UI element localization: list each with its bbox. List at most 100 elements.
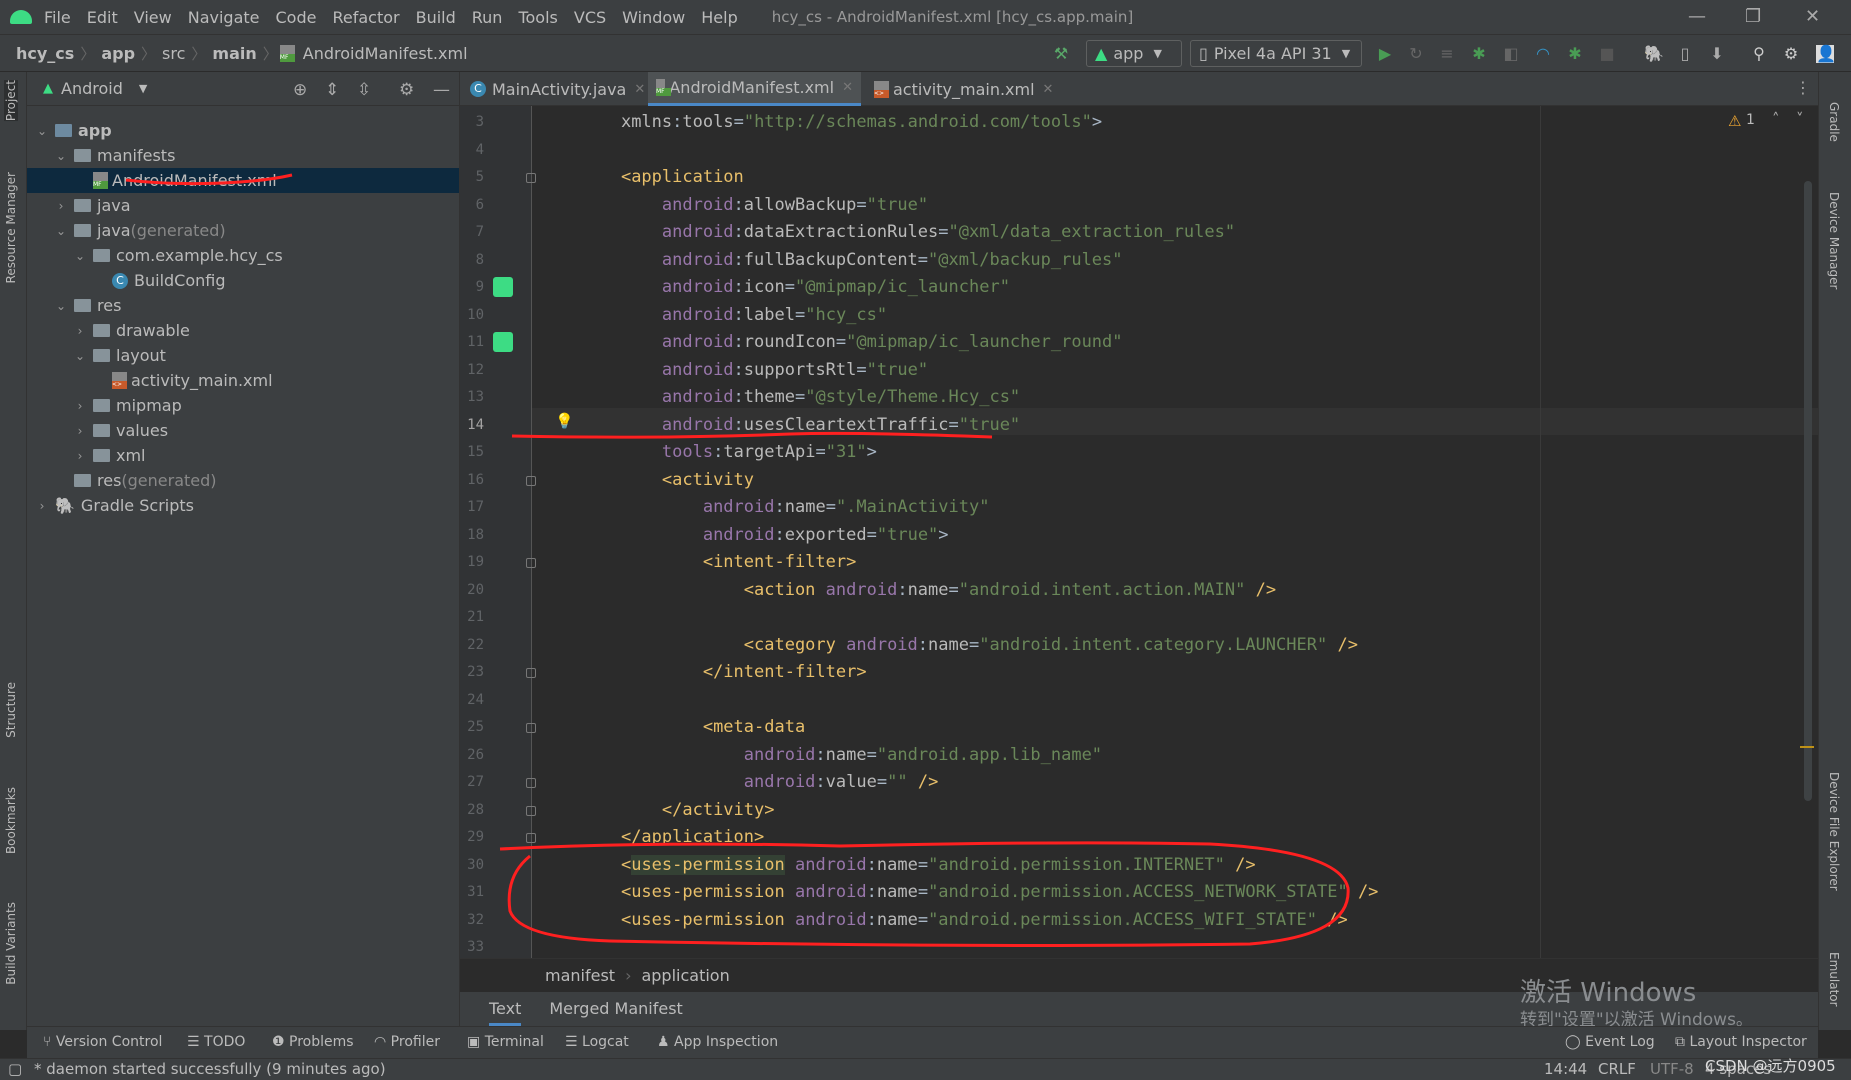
- minimize-button[interactable]: —: [1688, 6, 1706, 27]
- chevron-down-icon[interactable]: ⌄: [73, 249, 87, 263]
- chevron-down-icon[interactable]: ⌄: [54, 149, 68, 163]
- chevron-right-icon[interactable]: ›: [73, 449, 87, 463]
- chevron-right-icon[interactable]: ›: [73, 324, 87, 338]
- menu-edit[interactable]: Edit: [87, 8, 118, 27]
- apply-code-changes-icon[interactable]: ≡: [1438, 45, 1456, 63]
- search-icon[interactable]: ⚲: [1750, 45, 1768, 63]
- chevron-right-icon[interactable]: ›: [35, 499, 49, 513]
- tree-item-activity-main-xml[interactable]: <> activity_main.xml: [27, 368, 459, 393]
- attach-debugger-icon[interactable]: ◧: [1502, 45, 1520, 63]
- breadcrumb-application[interactable]: application: [641, 966, 729, 985]
- close-button[interactable]: ✕: [1805, 6, 1820, 27]
- collapse-all-icon[interactable]: ⇳: [357, 80, 371, 100]
- tree-item-app[interactable]: ⌄ app: [27, 118, 459, 143]
- stripe-device-file-explorer[interactable]: Device File Explorer: [1827, 772, 1841, 891]
- tree-item-buildconfig[interactable]: C BuildConfig: [27, 268, 459, 293]
- chevron-down-icon[interactable]: ⌄: [35, 124, 49, 138]
- tree-item-manifests[interactable]: ⌄ manifests: [27, 143, 459, 168]
- gradle-sync-icon[interactable]: 🐘: [1644, 45, 1664, 63]
- code-editor[interactable]: 3 4 5 6 7 8 9 10 11 12 13 14 15 16 17 18 19 20 21 22 23 24 25 2…: [460, 106, 1818, 958]
- debug-attach-icon[interactable]: ✱: [1566, 45, 1584, 63]
- tab-activity-main-xml[interactable]: <> activity_main.xml ✕: [866, 72, 1061, 106]
- tree-item-res[interactable]: res (generated): [27, 468, 459, 493]
- tree-item-java[interactable]: ⌄ java (generated): [27, 218, 459, 243]
- stripe-structure[interactable]: Structure: [4, 682, 18, 738]
- tree-item-mipmap[interactable]: › mipmap: [27, 393, 459, 418]
- tool-event-log[interactable]: ◯ Event Log: [1565, 1034, 1655, 1050]
- breadcrumb-project[interactable]: hcy_cs: [16, 44, 74, 63]
- stripe-emulator[interactable]: Emulator: [1827, 952, 1841, 1007]
- stripe-bookmarks[interactable]: Bookmarks: [4, 787, 18, 854]
- breadcrumb-file[interactable]: AndroidManifest.xml: [303, 44, 468, 63]
- tool-version-control[interactable]: ⑂ Version Control: [43, 1034, 162, 1050]
- tree-item-xml[interactable]: › xml: [27, 443, 459, 468]
- restore-button[interactable]: ❐: [1745, 6, 1761, 27]
- tab-text[interactable]: Text: [489, 992, 522, 1026]
- file-encoding[interactable]: UTF-8: [1650, 1060, 1694, 1078]
- run-icon[interactable]: ▶: [1376, 45, 1394, 63]
- menu-tools[interactable]: Tools: [518, 8, 557, 27]
- stop-icon[interactable]: ■: [1598, 45, 1616, 63]
- tree-item-drawable[interactable]: › drawable: [27, 318, 459, 343]
- tool-layout-inspector[interactable]: ⧉ Layout Inspector: [1675, 1034, 1807, 1050]
- tree-item-values[interactable]: › values: [27, 418, 459, 443]
- chevron-down-icon[interactable]: ▼: [139, 82, 147, 95]
- tab-mainactivity-java[interactable]: C MainActivity.java ✕: [462, 72, 653, 106]
- chevron-right-icon[interactable]: ›: [73, 399, 87, 413]
- profile-icon[interactable]: ◠: [1534, 45, 1552, 63]
- tool-terminal[interactable]: ▣ Terminal: [467, 1034, 544, 1050]
- sdk-manager-icon[interactable]: ⬇: [1708, 45, 1726, 63]
- menu-build[interactable]: Build: [416, 8, 456, 27]
- tab-merged-manifest[interactable]: Merged Manifest: [549, 992, 682, 1026]
- breadcrumb-src[interactable]: src: [162, 44, 185, 63]
- project-view-selector[interactable]: Android: [61, 79, 123, 98]
- menu-code[interactable]: Code: [276, 8, 317, 27]
- tool-problems[interactable]: ❶ Problems: [272, 1034, 354, 1050]
- chevron-down-icon[interactable]: ⌄: [54, 224, 68, 238]
- chevron-down-icon[interactable]: ⌄: [73, 349, 87, 363]
- run-config-select[interactable]: ▲ app ▼: [1086, 40, 1182, 67]
- status-toggle-icon[interactable]: ▢: [8, 1060, 22, 1078]
- debug-icon[interactable]: ✱: [1470, 45, 1488, 63]
- chevron-right-icon[interactable]: ›: [54, 199, 68, 213]
- menu-window[interactable]: Window: [622, 8, 685, 27]
- build-hammer-icon[interactable]: ⚒: [1052, 45, 1070, 63]
- menu-run[interactable]: Run: [472, 8, 503, 27]
- apply-changes-icon[interactable]: ↻: [1407, 45, 1425, 63]
- tool-logcat[interactable]: ☰ Logcat: [565, 1034, 629, 1050]
- tab-androidmanifest-xml[interactable]: MF AndroidManifest.xml ✕: [648, 72, 861, 106]
- menu-file[interactable]: File: [44, 8, 71, 27]
- hide-panel-icon[interactable]: —: [433, 80, 450, 100]
- more-tabs-icon[interactable]: ⋮: [1795, 78, 1811, 97]
- tree-item-com-example-hcy-cs[interactable]: ⌄ com.example.hcy_cs: [27, 243, 459, 268]
- device-select[interactable]: ▯ Pixel 4a API 31 ▼: [1190, 40, 1362, 67]
- avatar[interactable]: 👤: [1816, 45, 1836, 63]
- line-separator[interactable]: CRLF: [1598, 1060, 1636, 1078]
- tool-profiler[interactable]: ◠ Profiler: [374, 1034, 440, 1050]
- tree-item-res[interactable]: ⌄ res: [27, 293, 459, 318]
- breadcrumb-manifest[interactable]: manifest: [545, 966, 615, 985]
- close-tab-icon[interactable]: ✕: [1043, 82, 1054, 97]
- tool-app-inspection[interactable]: ♟ App Inspection: [657, 1034, 778, 1050]
- menu-help[interactable]: Help: [701, 8, 737, 27]
- breadcrumb-module[interactable]: app: [101, 44, 135, 63]
- close-tab-icon[interactable]: ✕: [634, 82, 645, 97]
- chevron-down-icon[interactable]: ⌄: [54, 299, 68, 313]
- tree-item-gradle-scripts[interactable]: › 🐘 Gradle Scripts: [27, 493, 459, 518]
- menu-view[interactable]: View: [134, 8, 172, 27]
- stripe-resource-manager[interactable]: Resource Manager: [4, 172, 18, 283]
- stripe-project[interactable]: Project: [4, 80, 18, 122]
- tree-item-layout[interactable]: ⌄ layout: [27, 343, 459, 368]
- gear-icon[interactable]: ⚙: [1782, 45, 1800, 63]
- menu-navigate[interactable]: Navigate: [188, 8, 260, 27]
- stripe-gradle[interactable]: Gradle: [1827, 102, 1841, 142]
- expand-all-icon[interactable]: ⇕: [325, 80, 339, 100]
- breadcrumb-main[interactable]: main: [212, 44, 256, 63]
- caret-position[interactable]: 14:44: [1544, 1060, 1587, 1078]
- status-message[interactable]: * daemon started successfully (9 minutes…: [34, 1060, 386, 1078]
- tree-item-java[interactable]: › java: [27, 193, 459, 218]
- stripe-device-manager[interactable]: Device Manager: [1827, 192, 1841, 289]
- stripe-build-variants[interactable]: Build Variants: [4, 902, 18, 985]
- tool-todo[interactable]: ☰ TODO: [187, 1034, 245, 1050]
- gear-icon[interactable]: ⚙: [399, 80, 414, 100]
